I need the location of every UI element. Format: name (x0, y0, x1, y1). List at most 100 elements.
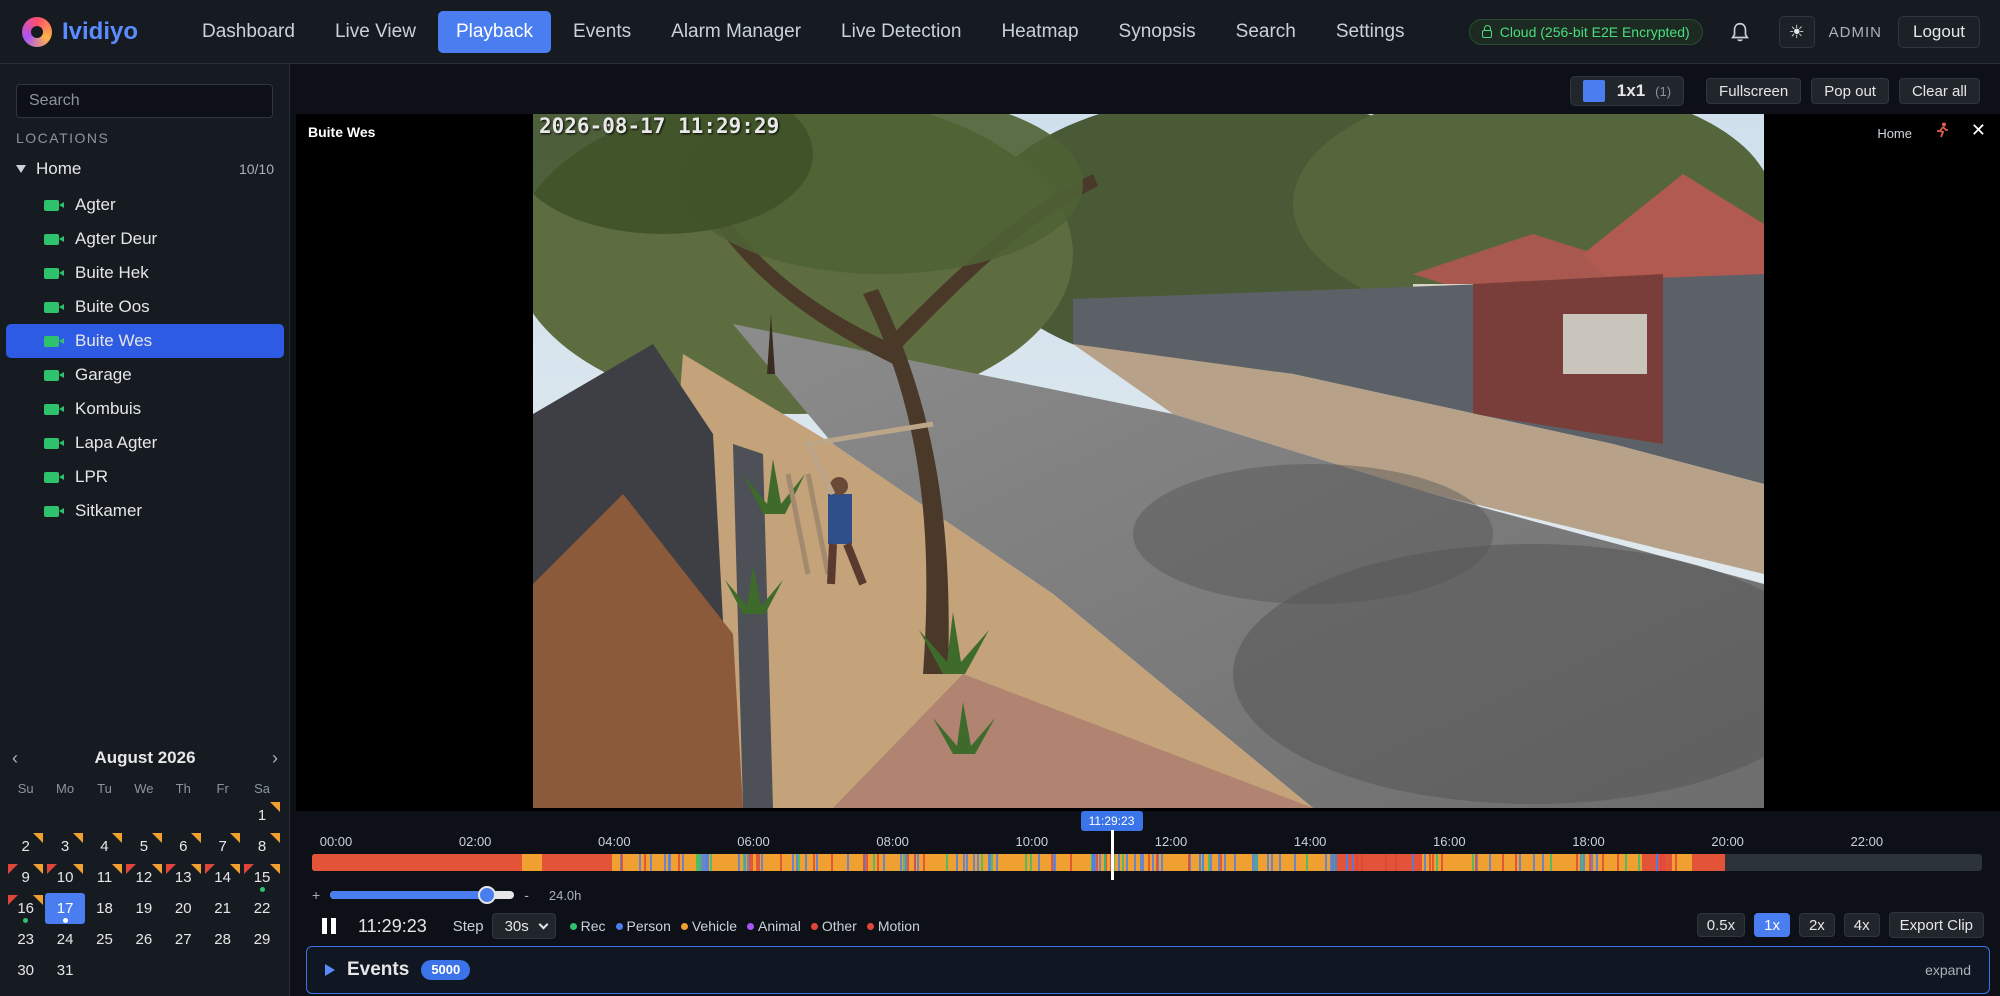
camera-item-sitkamer[interactable]: Sitkamer (6, 494, 284, 528)
legend-item-person[interactable]: Person (615, 918, 671, 934)
timeline-tick-label: 02:00 (458, 834, 492, 849)
calendar-day[interactable]: 2 (6, 831, 45, 862)
nav-item-events[interactable]: Events (555, 11, 649, 53)
timeline-track[interactable] (312, 854, 1982, 871)
nav-item-live-detection[interactable]: Live Detection (823, 11, 979, 53)
export-clip-button[interactable]: Export Clip (1888, 912, 1984, 938)
timeline-event-tick (1674, 854, 1677, 871)
legend-item-animal[interactable]: Animal (747, 918, 801, 934)
calendar-day[interactable]: 27 (164, 924, 203, 955)
expand-link[interactable]: expand (1925, 962, 1971, 978)
camera-item-kombuis[interactable]: Kombuis (6, 392, 284, 426)
camera-video-frame[interactable]: 2026-08-17 11:29:29 (533, 114, 1764, 808)
video-tile[interactable]: Buite Wes Home ✕ 2026-08-17 11:29:29 (296, 114, 2000, 874)
legend-item-motion[interactable]: Motion (866, 918, 920, 934)
calendar-blank (6, 800, 45, 831)
camera-item-buite-hek[interactable]: Buite Hek (6, 256, 284, 290)
camera-search-input[interactable] (16, 84, 273, 118)
calendar-day[interactable]: 23 (6, 924, 45, 955)
pause-icon[interactable] (322, 918, 336, 934)
camera-item-lapa-agter[interactable]: Lapa Agter (6, 426, 284, 460)
nav-item-dashboard[interactable]: Dashboard (184, 11, 313, 53)
speed-button-1x[interactable]: 1x (1754, 913, 1790, 937)
timeline-event-tick (872, 854, 875, 871)
calendar-day[interactable]: 14 (203, 862, 242, 893)
theme-toggle-button[interactable]: ☀ (1778, 16, 1815, 48)
pop-out-button[interactable]: Pop out (1811, 78, 1889, 104)
legend-item-other[interactable]: Other (810, 918, 857, 934)
nav-item-heatmap[interactable]: Heatmap (983, 11, 1096, 53)
calendar-day[interactable]: 5 (124, 831, 163, 862)
camera-list: Agter Agter Deur Buite Hek Buite Oos Buite W… (6, 188, 284, 528)
calendar-day[interactable]: 12 (124, 862, 163, 893)
calendar-day[interactable]: 13 (164, 862, 203, 893)
calendar-day[interactable]: 15 (242, 862, 281, 893)
timeline-event-tick (638, 854, 641, 871)
calendar-day[interactable]: 26 (124, 924, 163, 955)
zoom-out-icon[interactable]: - (524, 887, 529, 903)
nav-item-synopsis[interactable]: Synopsis (1101, 11, 1214, 53)
calendar-day[interactable]: 8 (242, 831, 281, 862)
calendar-day[interactable]: 29 (242, 924, 281, 955)
calendar-day[interactable]: 1 (242, 800, 281, 831)
nav-item-settings[interactable]: Settings (1318, 11, 1423, 53)
legend-dot (747, 922, 755, 930)
speed-button-0-5x[interactable]: 0.5x (1696, 913, 1746, 937)
calendar-day[interactable]: 7 (203, 831, 242, 862)
camera-item-buite-wes[interactable]: Buite Wes (6, 324, 284, 358)
camera-item-buite-oos[interactable]: Buite Oos (6, 290, 284, 324)
timeline-event-tick (904, 854, 907, 871)
nav-item-playback[interactable]: Playback (437, 10, 552, 53)
nav-item-alarm-manager[interactable]: Alarm Manager (653, 11, 819, 53)
nav-item-search[interactable]: Search (1218, 11, 1314, 53)
zoom-in-icon[interactable]: + (312, 887, 320, 903)
calendar-day[interactable]: 4 (85, 831, 124, 862)
calendar-day[interactable]: 11 (85, 862, 124, 893)
speed-button-4x[interactable]: 4x (1843, 913, 1880, 937)
lock-icon (1481, 25, 1492, 38)
legend-item-rec[interactable]: Rec (569, 918, 606, 934)
timeline-motion-span (542, 854, 612, 871)
calendar-day[interactable]: 25 (85, 924, 124, 955)
logout-button[interactable]: Logout (1898, 16, 1980, 48)
calendar-day[interactable]: 28 (203, 924, 242, 955)
camera-item-garage[interactable]: Garage (6, 358, 284, 392)
calendar-day[interactable]: 6 (164, 831, 203, 862)
calendar-day[interactable]: 3 (45, 831, 84, 862)
calendar-day[interactable]: 16 (6, 893, 45, 924)
calendar-day[interactable]: 22 (242, 893, 281, 924)
site-name: Home (36, 159, 82, 178)
nav-item-live-view[interactable]: Live View (317, 11, 434, 53)
playhead-marker[interactable] (1110, 830, 1114, 880)
zoom-slider-handle[interactable] (477, 886, 496, 904)
timeline-event-tick (1617, 854, 1620, 871)
calendar-day[interactable]: 17 (45, 893, 85, 924)
close-icon[interactable]: ✕ (1971, 120, 1986, 141)
calendar-day[interactable]: 24 (45, 924, 84, 955)
step-select[interactable]: 30s (491, 913, 556, 939)
calendar-day[interactable]: 20 (164, 893, 203, 924)
camera-scene-image (533, 114, 1764, 808)
camera-item-lpr[interactable]: LPR (6, 460, 284, 494)
zoom-slider[interactable] (330, 886, 515, 904)
events-panel-header[interactable]: Events 5000 expand (306, 946, 1990, 994)
chevron-right-icon[interactable]: › (272, 748, 278, 769)
brand-logo[interactable]: Ividiyo (22, 16, 172, 47)
calendar-day[interactable]: 18 (85, 893, 124, 924)
camera-item-agter-deur[interactable]: Agter Deur (6, 222, 284, 256)
calendar-day[interactable]: 30 (6, 955, 45, 986)
calendar-day[interactable]: 9 (6, 862, 45, 893)
calendar-day[interactable]: 19 (124, 893, 163, 924)
layout-selector-button[interactable]: 1x1 (1) (1569, 76, 1685, 106)
calendar-day[interactable]: 21 (203, 893, 242, 924)
fullscreen-button[interactable]: Fullscreen (1706, 78, 1802, 104)
camera-item-agter[interactable]: Agter (6, 188, 284, 222)
calendar-day[interactable]: 31 (45, 955, 84, 986)
speed-button-2x[interactable]: 2x (1798, 913, 1835, 937)
legend-item-vehicle[interactable]: Vehicle (680, 918, 737, 934)
timeline-event-tick (1514, 854, 1517, 871)
clear-all-button[interactable]: Clear all (1898, 78, 1980, 104)
bell-icon[interactable] (1729, 21, 1751, 43)
calendar-day[interactable]: 10 (45, 862, 84, 893)
site-row-home[interactable]: Home 10/10 (12, 154, 278, 184)
